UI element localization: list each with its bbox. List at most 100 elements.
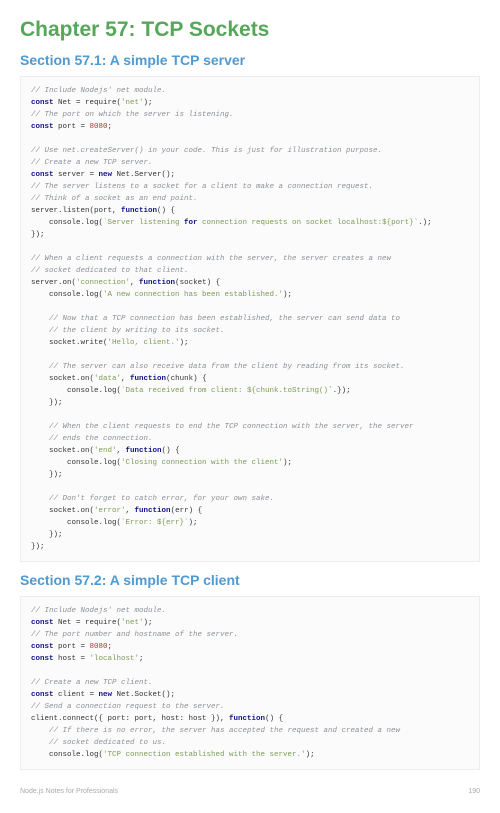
t: new: [99, 171, 113, 179]
t: `.});: [328, 387, 351, 395]
code-line: // Use net.createServer() in your code. …: [31, 147, 382, 155]
t: console.log(: [31, 519, 121, 527]
t: 'Closing connection with the client': [121, 459, 283, 467]
t: );: [144, 619, 153, 627]
t: new: [99, 691, 113, 699]
t: Net.Socket();: [112, 691, 175, 699]
t: socket.on(: [31, 507, 94, 515]
t: port =: [54, 643, 90, 651]
t: ,: [121, 375, 130, 383]
t: ;: [108, 643, 113, 651]
t: 8080: [90, 643, 108, 651]
code-line: // socket dedicated to that client.: [31, 267, 189, 275]
t: );: [283, 291, 292, 299]
t: socket.on(: [31, 375, 94, 383]
code-line: // the client by writing to its socket.: [31, 327, 225, 335]
code-line: // Think of a socket as an end point.: [31, 195, 198, 203]
code-line: // Create a new TCP client.: [31, 679, 153, 687]
t: socket.write(: [31, 339, 108, 347]
t: ;: [139, 655, 144, 663]
code-line: // Create a new TCP server.: [31, 159, 153, 167]
t: 'A new connection has been established.': [103, 291, 283, 299]
t: `Server listening: [103, 219, 184, 227]
t: `Data received from client: ${chunk.toSt…: [121, 387, 328, 395]
t: server =: [54, 171, 99, 179]
code-line: // If there is no error, the server has …: [31, 727, 400, 735]
t: function: [121, 207, 157, 215]
code-block-client: // Include Nodejs' net module. const Net…: [20, 596, 480, 770]
t: Net = require(: [54, 619, 122, 627]
code-line: // The port on which the server is liste…: [31, 111, 234, 119]
t: socket.on(: [31, 447, 94, 455]
t: const: [31, 171, 54, 179]
t: );: [306, 751, 315, 759]
t: });: [31, 471, 63, 479]
t: const: [31, 643, 54, 651]
t: () {: [162, 447, 180, 455]
t: 'end': [94, 447, 117, 455]
t: 'net': [121, 99, 144, 107]
t: `Error: ${err}`: [121, 519, 189, 527]
t: (err) {: [171, 507, 203, 515]
code-line: // When a client requests a connection w…: [31, 255, 391, 263]
code-line: // socket dedicated to us.: [31, 739, 166, 747]
footer-page-number: 190: [468, 788, 480, 795]
section-title-2: Section 57.2: A simple TCP client: [20, 572, 480, 588]
t: });: [31, 531, 63, 539]
t: function: [135, 507, 171, 515]
t: host =: [54, 655, 90, 663]
code-line: // Don't forget to catch error, for your…: [31, 495, 274, 503]
t: server.listen(port,: [31, 207, 121, 215]
code-line: // The port number and hostname of the s…: [31, 631, 238, 639]
t: (socket) {: [175, 279, 220, 287]
t: function: [229, 715, 265, 723]
t: 'Hello, client.': [108, 339, 180, 347]
t: });: [31, 231, 45, 239]
code-line: // Send a connection request to the serv…: [31, 703, 225, 711]
t: client =: [54, 691, 99, 699]
t: () {: [265, 715, 283, 723]
code-line: // Include Nodejs' net module.: [31, 607, 166, 615]
t: Net.Server();: [112, 171, 175, 179]
t: const: [31, 99, 54, 107]
t: console.log(: [31, 291, 103, 299]
t: 'connection': [76, 279, 130, 287]
t: const: [31, 691, 54, 699]
code-line: // Now that a TCP connection has been es…: [31, 315, 400, 323]
t: });: [31, 399, 63, 407]
t: connection requests on socket localhost:…: [198, 219, 419, 227]
t: ,: [126, 507, 135, 515]
t: );: [189, 519, 198, 527]
t: ,: [130, 279, 139, 287]
t: );: [283, 459, 292, 467]
code-line: // Include Nodejs' net module.: [31, 87, 166, 95]
t: (chunk) {: [166, 375, 207, 383]
t: function: [130, 375, 166, 383]
page-footer: Node.js Notes for Professionals 190: [20, 788, 480, 795]
t: client.connect({ port: port, host: host …: [31, 715, 229, 723]
t: const: [31, 619, 54, 627]
t: 'error': [94, 507, 126, 515]
t: 'localhost': [90, 655, 140, 663]
t: 'data': [94, 375, 121, 383]
t: 'net': [121, 619, 144, 627]
section-title-1: Section 57.1: A simple TCP server: [20, 52, 480, 68]
t: console.log(: [31, 387, 121, 395]
code-block-server: // Include Nodejs' net module. const Net…: [20, 76, 480, 562]
t: console.log(: [31, 459, 121, 467]
code-line: // When the client requests to end the T…: [31, 423, 414, 431]
t: () {: [157, 207, 175, 215]
t: );: [180, 339, 189, 347]
footer-left: Node.js Notes for Professionals: [20, 788, 118, 795]
code-line: // The server can also receive data from…: [31, 363, 405, 371]
code-line: // The server listens to a socket for a …: [31, 183, 373, 191]
t: Net = require(: [54, 99, 122, 107]
t: function: [126, 447, 162, 455]
t: const: [31, 123, 54, 131]
t: .);: [418, 219, 432, 227]
t: port =: [54, 123, 90, 131]
t: console.log(: [31, 751, 103, 759]
t: console.log(: [31, 219, 103, 227]
t: server.on(: [31, 279, 76, 287]
code-line: // ends the connection.: [31, 435, 153, 443]
